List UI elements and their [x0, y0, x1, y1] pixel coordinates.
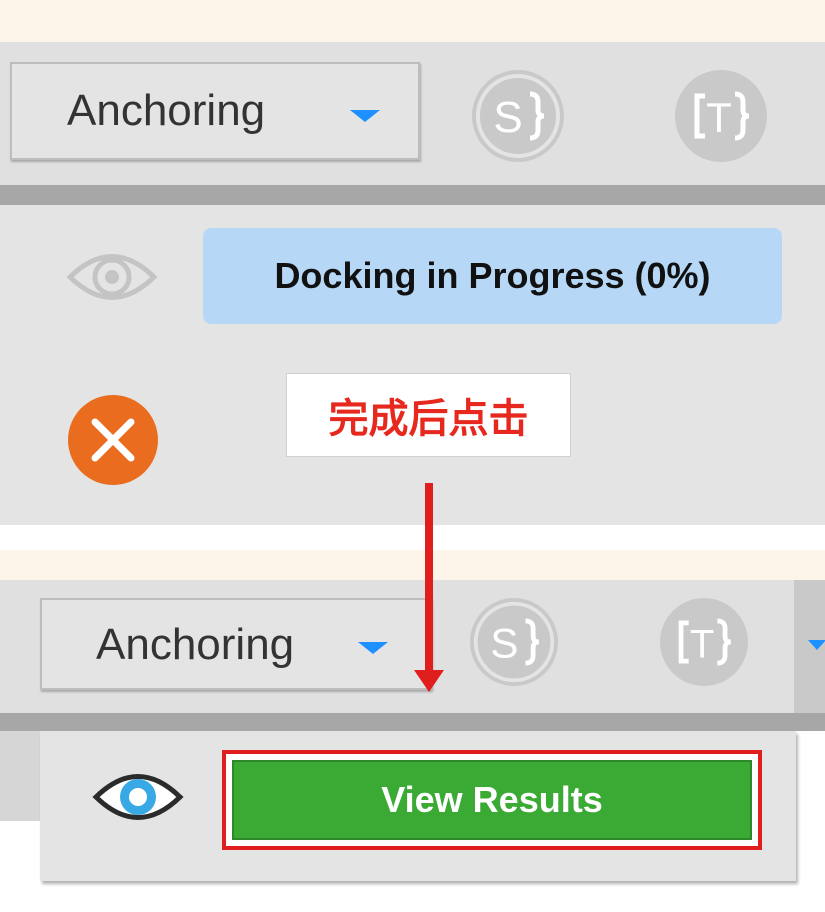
s-bracket-button[interactable]: S: [472, 70, 564, 162]
t-bracket-icon: T: [678, 618, 731, 666]
panel-left-strip: [0, 731, 40, 821]
annotation-arrow-head: [414, 670, 444, 692]
eye-active-icon[interactable]: [92, 764, 184, 830]
top-header-band: [0, 0, 825, 42]
caret-down-icon: [358, 642, 388, 654]
t-bracket-icon: T: [694, 91, 750, 141]
view-results-highlight: View Results: [222, 750, 762, 850]
docking-progress-status: Docking in Progress (0%): [203, 228, 782, 324]
instruction-callout-text: 完成后点击: [328, 396, 529, 442]
bottom-header-band: [0, 550, 825, 580]
svg-text:T: T: [690, 621, 715, 666]
panel-gap: [0, 525, 825, 550]
svg-text:T: T: [706, 94, 732, 141]
s-bracket-button[interactable]: S: [470, 598, 558, 686]
s-bracket-icon: S: [476, 74, 560, 158]
svg-text:S: S: [493, 93, 522, 142]
caret-down-icon[interactable]: [808, 640, 825, 650]
s-bracket-icon: S: [473, 601, 555, 683]
view-results-label: View Results: [381, 779, 603, 820]
svg-text:S: S: [490, 619, 518, 666]
toolbar-separator: [0, 713, 825, 731]
instruction-callout: 完成后点击: [286, 373, 571, 457]
anchoring-dropdown[interactable]: Anchoring: [10, 62, 420, 160]
annotation-arrow-shaft: [425, 483, 433, 673]
close-icon: [91, 418, 135, 462]
t-bracket-button[interactable]: T: [675, 70, 767, 162]
eye-outline-icon[interactable]: [66, 244, 158, 310]
anchoring-dropdown-label: Anchoring: [96, 620, 295, 669]
t-bracket-button[interactable]: T: [660, 598, 748, 686]
toolbar-separator: [0, 185, 825, 205]
anchoring-dropdown[interactable]: Anchoring: [40, 598, 432, 690]
caret-down-icon: [350, 110, 380, 122]
view-results-button[interactable]: View Results: [232, 760, 752, 840]
cancel-docking-button[interactable]: [68, 395, 158, 485]
docking-progress-text: Docking in Progress (0%): [274, 255, 711, 296]
anchoring-dropdown-label: Anchoring: [67, 86, 266, 135]
